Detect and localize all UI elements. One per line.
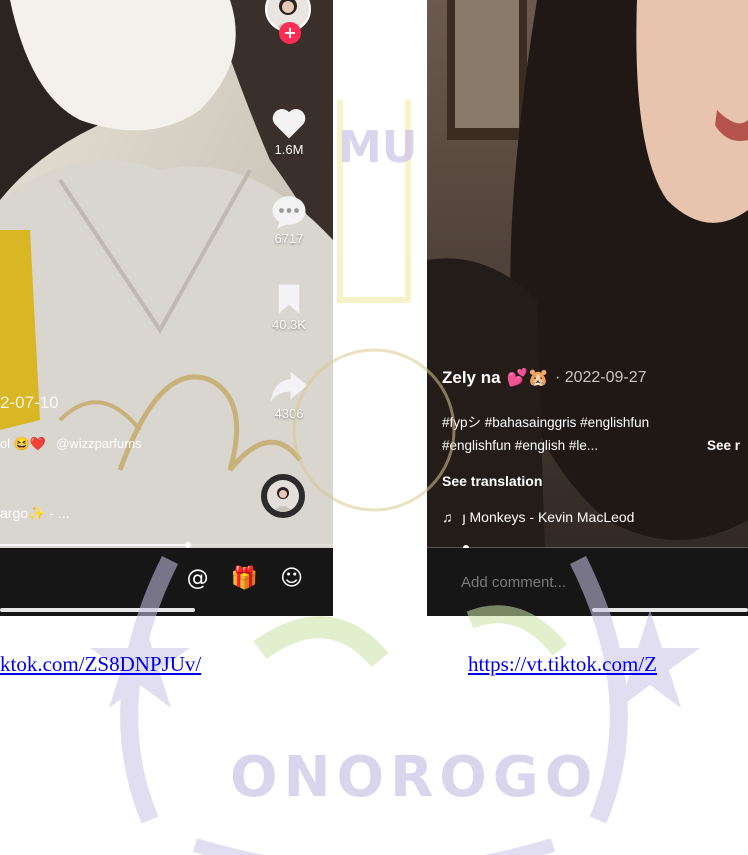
heart-icon — [272, 109, 306, 139]
bookmark-count: 40.3K — [272, 317, 306, 332]
comment-bar: @ 🎁 ☺ — [0, 548, 333, 616]
caption: ol 😆❤️ @wizzparfums — [0, 436, 142, 452]
music-disc-avatar — [267, 480, 299, 512]
author-emojis: 💕🐹 — [506, 368, 549, 387]
bookmark-icon — [278, 284, 300, 314]
comment-button[interactable]: 6717 — [259, 195, 319, 246]
right-video-panel[interactable]: Zely na 💕🐹 · 2022-09-27 #fypシ #bahasaing… — [427, 0, 748, 616]
like-count: 1.6M — [274, 142, 304, 157]
video-progress-bar[interactable] — [0, 542, 333, 548]
emoji-icon[interactable]: ☺ — [280, 566, 303, 592]
author-name[interactable]: Zely na — [442, 368, 501, 388]
comment-input[interactable]: Add comment... — [461, 574, 566, 591]
hashtags-line-1[interactable]: #fypシ #bahasainggris #englishfun — [442, 411, 649, 431]
home-indicator — [0, 608, 195, 612]
music-title: ȷ Monkeys - Kevin MacLeod — [462, 509, 635, 525]
see-translation-link[interactable]: See translation — [442, 473, 542, 489]
share-arrow-icon — [270, 371, 308, 403]
home-indicator — [592, 608, 748, 612]
share-button[interactable]: 4306 — [259, 370, 319, 421]
tiktok-link-right[interactable]: https://vt.tiktok.com/Z — [468, 652, 657, 677]
gift-icon[interactable]: 🎁 — [231, 566, 258, 592]
watermark-bottom-text: ONOROGO — [230, 745, 598, 810]
author-line: Zely na 💕🐹 · 2022-09-27 — [442, 368, 647, 388]
at-mention-icon[interactable]: @ — [187, 566, 209, 592]
tiktok-link-left[interactable]: ktok.com/ZS8DNPJUv/ — [0, 652, 201, 677]
comment-count: 6717 — [274, 231, 304, 246]
hashtags-line-2[interactable]: #englishfun #english #le... — [442, 438, 742, 453]
creator-avatar[interactable]: + — [265, 0, 313, 48]
comment-icon — [272, 196, 306, 229]
see-more-link[interactable]: See r — [707, 438, 740, 453]
music-row[interactable]: ♫ ȷ Monkeys - Kevin MacLeod — [442, 509, 634, 525]
follow-plus-button[interactable]: + — [279, 22, 301, 44]
post-date: 2-07-10 — [0, 393, 59, 412]
left-video-panel[interactable]: + 1.6M 6717 40.3K 4306 2-07-10 ol 😆❤️ @w… — [0, 0, 333, 616]
like-button[interactable]: 1.6M — [259, 106, 319, 157]
mention-link[interactable]: @wizzparfums — [56, 436, 141, 451]
music-title[interactable]: argo✨ - ... — [0, 505, 70, 522]
music-disc[interactable] — [261, 474, 305, 518]
caption-text: ol 😆❤️ — [0, 436, 47, 451]
post-date: · 2022-09-27 — [554, 369, 647, 386]
watermark-top-text: MU — [338, 122, 418, 173]
share-count: 4306 — [274, 406, 304, 421]
progress-fill — [0, 544, 188, 546]
music-note-icon: ♫ — [442, 509, 453, 525]
bookmark-button[interactable]: 40.3K — [259, 283, 319, 332]
comment-bar-icons: @ 🎁 ☺ — [187, 566, 303, 592]
